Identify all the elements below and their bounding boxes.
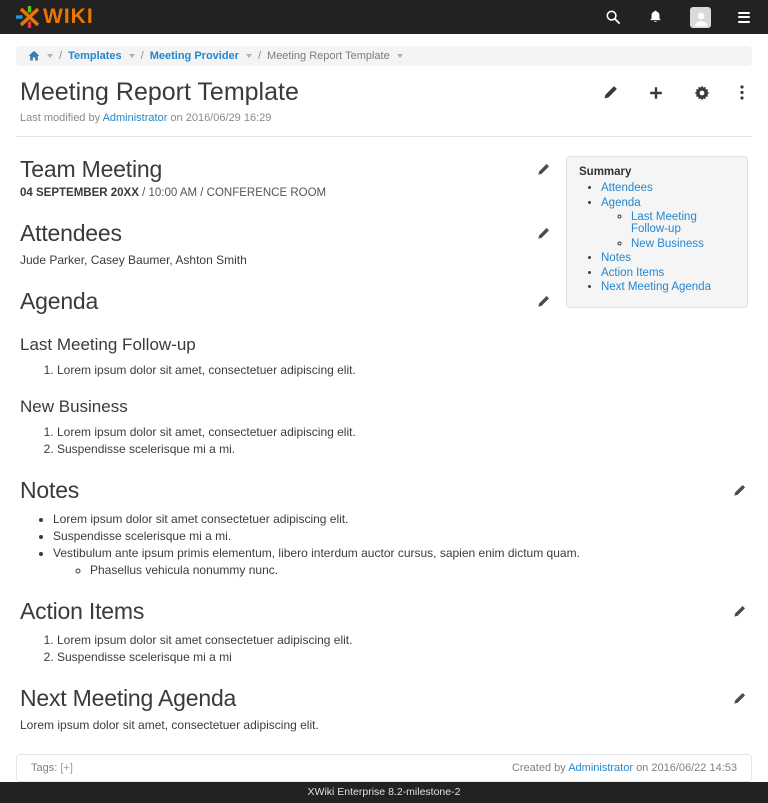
version-bar: XWiki Enterprise 8.2-milestone-2 — [0, 782, 768, 803]
search-icon[interactable] — [605, 9, 621, 25]
toc-link-action-items[interactable]: Action Items — [601, 267, 664, 279]
toc-link-agenda[interactable]: Agenda — [601, 197, 641, 209]
breadcrumb-separator: / — [141, 50, 144, 62]
summary-toc-list: Attendees Agenda Last Meeting Follow-up … — [579, 182, 737, 293]
home-dropdown-caret[interactable] — [47, 54, 53, 58]
heading-team-meeting: Team Meeting — [20, 156, 162, 183]
section-edit-pencil-icon[interactable] — [537, 163, 550, 176]
created-user-link[interactable]: Administrator — [568, 762, 633, 774]
list-item: Lorem ipsum dolor sit amet, consectetuer… — [57, 425, 748, 439]
toc-link-follow-up[interactable]: Last Meeting Follow-up — [631, 211, 697, 235]
top-navbar: WIKI — [0, 0, 768, 34]
summary-toc-sublist: Last Meeting Follow-up New Business — [601, 211, 737, 250]
document-footer: Tags: [+] Created by Administrator on 20… — [16, 754, 752, 782]
settings-gear-icon[interactable] — [694, 85, 710, 101]
toc-link-next-meeting[interactable]: Next Meeting Agenda — [601, 281, 711, 293]
section-edit-pencil-icon[interactable] — [537, 227, 550, 240]
home-icon[interactable] — [28, 50, 40, 62]
list-item: Suspendisse scelerisque mi a mi — [57, 650, 748, 664]
section-edit-pencil-icon[interactable] — [733, 692, 746, 705]
breadcrumb-link-templates[interactable]: Templates — [68, 50, 122, 62]
edit-pencil-icon[interactable] — [603, 85, 618, 100]
breadcrumb-separator: / — [59, 50, 62, 62]
follow-up-list: Lorem ipsum dolor sit amet, consectetuer… — [20, 363, 748, 377]
meeting-provider-dropdown-caret[interactable] — [246, 54, 252, 58]
section-edit-pencil-icon[interactable] — [537, 295, 550, 308]
tags-area: Tags: [+] — [31, 762, 73, 774]
toc-item: Notes — [601, 252, 737, 264]
section-edit-pencil-icon[interactable] — [733, 605, 746, 618]
version-text: XWiki Enterprise 8.2-milestone-2 — [308, 786, 461, 798]
last-modified-line: Last modified by Administrator on 2016/0… — [20, 112, 748, 124]
page-title: Meeting Report Template — [20, 78, 603, 107]
toc-subitem: New Business — [631, 238, 737, 250]
summary-panel: Summary Attendees Agenda Last Meeting Fo… — [566, 156, 748, 308]
heading-last-meeting-follow-up: Last Meeting Follow-up — [20, 335, 748, 355]
created-prefix: Created by — [512, 762, 566, 774]
toc-link-new-business[interactable]: New Business — [631, 238, 704, 250]
heading-notes: Notes — [20, 477, 79, 504]
toc-item: Action Items — [601, 267, 737, 279]
toc-subitem: Last Meeting Follow-up — [631, 211, 737, 235]
list-subitem: Phasellus vehicula nonummy nunc. — [90, 563, 748, 577]
add-tag-button[interactable]: [+] — [60, 762, 73, 774]
page-header: Meeting Report Template — [0, 66, 768, 124]
action-items-list: Lorem ipsum dolor sit amet consectetuer … — [20, 633, 748, 664]
modified-suffix: on 2016/06/29 16:29 — [170, 112, 271, 124]
meeting-date: 04 SEPTEMBER 20XX — [20, 187, 139, 199]
list-item: Lorem ipsum dolor sit amet consectetuer … — [53, 512, 748, 526]
list-item-text: Vestibulum ante ipsum primis elementum, … — [53, 546, 580, 560]
breadcrumb-separator: / — [258, 50, 261, 62]
document-content: Summary Attendees Agenda Last Meeting Fo… — [0, 137, 768, 732]
more-kebab-icon[interactable] — [740, 85, 744, 100]
bell-icon[interactable] — [648, 9, 663, 25]
xwiki-logo-text: WIKI — [43, 5, 94, 29]
toc-item: Attendees — [601, 182, 737, 194]
heading-action-items: Action Items — [20, 598, 144, 625]
breadcrumb: / Templates / Meeting Provider / Meeting… — [16, 46, 752, 66]
created-suffix: on 2016/06/22 14:53 — [636, 762, 737, 774]
heading-attendees: Attendees — [20, 220, 122, 247]
section-edit-pencil-icon[interactable] — [733, 484, 746, 497]
notes-sublist: Phasellus vehicula nonummy nunc. — [53, 563, 748, 577]
list-item: Suspendisse scelerisque mi a mi. — [57, 442, 748, 456]
created-line: Created by Administrator on 2016/06/22 1… — [512, 762, 737, 774]
summary-title: Summary — [579, 166, 737, 178]
xwiki-logo-x-icon — [16, 5, 42, 29]
add-plus-icon[interactable] — [648, 85, 664, 101]
user-avatar[interactable] — [690, 7, 711, 28]
heading-new-business: New Business — [20, 397, 748, 417]
breadcrumb-link-meeting-provider[interactable]: Meeting Provider — [150, 50, 239, 62]
toc-item: Agenda Last Meeting Follow-up New Busine… — [601, 197, 737, 250]
templates-dropdown-caret[interactable] — [129, 54, 135, 58]
list-item: Lorem ipsum dolor sit amet consectetuer … — [57, 633, 748, 647]
list-item: Suspendisse scelerisque mi a mi. — [53, 529, 748, 543]
current-dropdown-caret[interactable] — [397, 54, 403, 58]
toc-link-notes[interactable]: Notes — [601, 252, 631, 264]
heading-agenda: Agenda — [20, 288, 98, 315]
modified-prefix: Last modified by — [20, 112, 100, 124]
tags-label: Tags: — [31, 762, 57, 774]
toc-item: Next Meeting Agenda — [601, 281, 737, 293]
modified-user-link[interactable]: Administrator — [103, 112, 168, 124]
new-business-list: Lorem ipsum dolor sit amet, consectetuer… — [20, 425, 748, 456]
breadcrumb-current: Meeting Report Template — [267, 50, 390, 62]
next-meeting-text: Lorem ipsum dolor sit amet, consectetuer… — [20, 718, 748, 732]
menu-icon[interactable] — [738, 12, 750, 23]
toc-link-attendees[interactable]: Attendees — [601, 182, 653, 194]
list-item: Lorem ipsum dolor sit amet, consectetuer… — [57, 363, 748, 377]
meeting-details: / 10:00 AM / CONFERENCE ROOM — [139, 187, 326, 199]
xwiki-logo[interactable]: WIKI — [16, 5, 94, 29]
notes-list: Lorem ipsum dolor sit amet consectetuer … — [20, 512, 748, 577]
list-item: Vestibulum ante ipsum primis elementum, … — [53, 546, 748, 577]
